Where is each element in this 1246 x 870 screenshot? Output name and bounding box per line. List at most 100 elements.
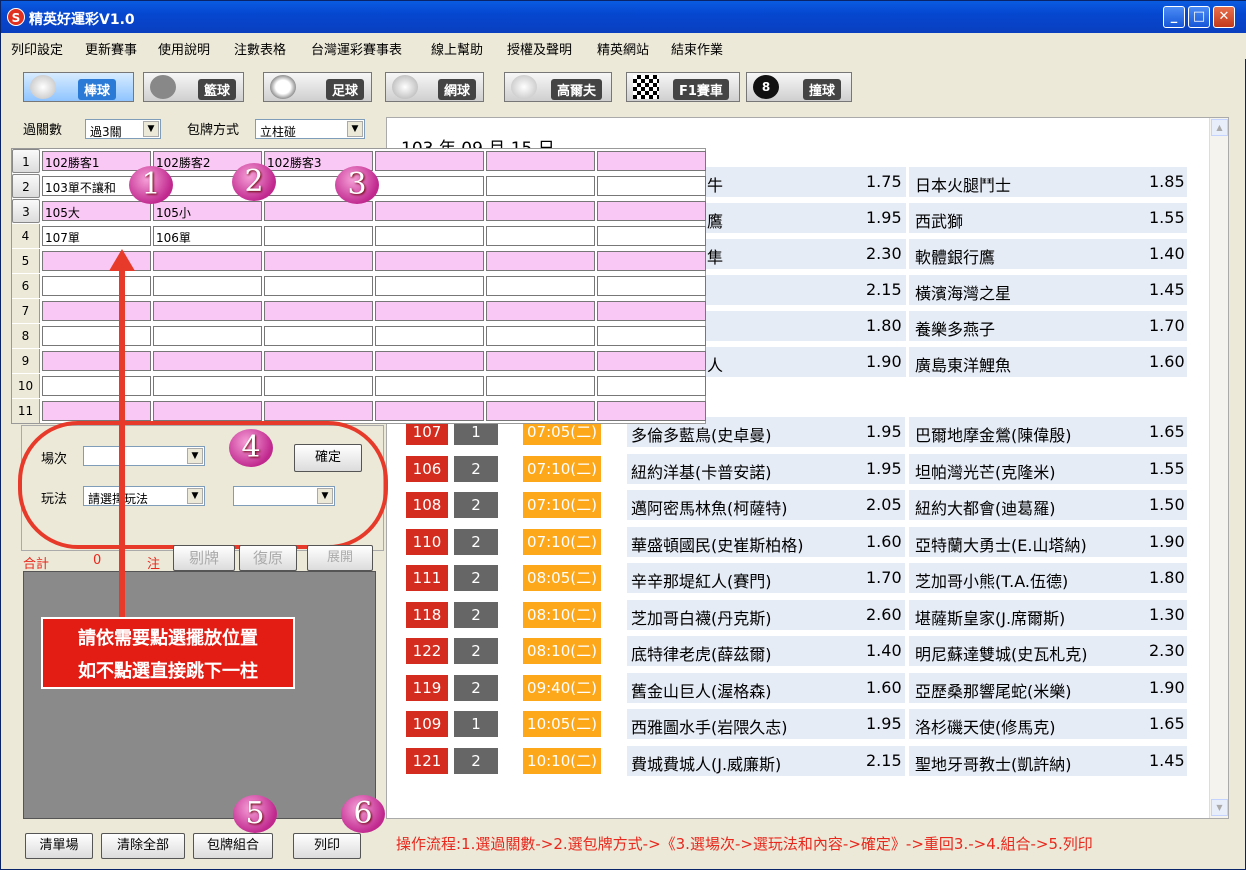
game-odds-away[interactable]: 1.80 [1149, 568, 1185, 587]
game-odds-away[interactable]: 1.45 [1149, 751, 1185, 770]
grid-cell[interactable] [486, 176, 595, 196]
game-home-team[interactable]: 華盛頓國民(史崔斯柏格) [631, 532, 804, 556]
scroll-down-icon[interactable]: ▼ [1211, 799, 1228, 816]
game-odds-away[interactable]: 2.30 [1149, 641, 1185, 660]
sport-baseball-button[interactable]: 棒球 [23, 72, 134, 102]
scroll-up-icon[interactable]: ▲ [1211, 119, 1228, 136]
menu-print-settings[interactable]: 列印設定 [11, 39, 63, 58]
game-odds-home[interactable]: 1.60 [866, 532, 902, 551]
game-away-team[interactable]: 洛杉磯天使(修馬克) [915, 714, 1056, 738]
game-number[interactable]: 122 [406, 638, 448, 664]
top-game-away[interactable]: 養樂多燕子 [915, 316, 995, 340]
game-away-team[interactable]: 亞特蘭大勇士(E.山塔納) [915, 532, 1087, 556]
grid-cell[interactable] [375, 151, 484, 171]
minimize-button[interactable]: _ [1163, 6, 1185, 28]
grid-cell[interactable] [375, 176, 484, 196]
grid-cell[interactable] [42, 376, 151, 396]
grid-cell[interactable] [153, 401, 262, 421]
grid-cell[interactable] [486, 276, 595, 296]
grid-cell[interactable] [153, 326, 262, 346]
game-number[interactable]: 119 [406, 674, 448, 701]
maximize-button[interactable]: □ [1188, 6, 1210, 28]
sport-golf-button[interactable]: 高爾夫 [504, 72, 612, 102]
grid-cell[interactable] [486, 351, 595, 371]
top-game-home[interactable]: 人 [707, 352, 723, 376]
menu-instructions[interactable]: 使用說明 [158, 39, 210, 58]
top-game-odds-home[interactable]: 2.30 [866, 244, 902, 263]
grid-cell[interactable] [153, 301, 262, 321]
game-odds-home[interactable]: 1.95 [866, 714, 902, 733]
top-game-odds-away[interactable]: 1.70 [1149, 316, 1185, 335]
game-away-team[interactable]: 坦帕灣光芒(克隆米) [915, 459, 1056, 483]
top-game-odds-home[interactable]: 1.95 [866, 208, 902, 227]
grid-cell[interactable] [486, 376, 595, 396]
clear-all-button[interactable]: 清除全部 [101, 833, 185, 859]
grid-cell[interactable] [42, 351, 151, 371]
menu-bet-table[interactable]: 注數表格 [234, 39, 286, 58]
game-home-team[interactable]: 費城費城人(J.威廉斯) [631, 751, 781, 775]
grid-cell[interactable] [597, 251, 706, 271]
grid-cell[interactable]: 105大 [42, 201, 151, 221]
grid-cell[interactable] [42, 401, 151, 421]
grid-cell[interactable] [486, 201, 595, 221]
game-home-team[interactable]: 底特律老虎(薛茲爾) [631, 641, 772, 665]
game-odds-away[interactable]: 1.90 [1149, 532, 1185, 551]
menu-exit[interactable]: 結束作業 [671, 39, 723, 58]
grid-cell[interactable] [597, 326, 706, 346]
game-odds-away[interactable]: 1.50 [1149, 495, 1185, 514]
game-home-team[interactable]: 西雅圖水手(岩隈久志) [631, 714, 788, 738]
game-odds-home[interactable]: 2.60 [866, 605, 902, 624]
top-game-home[interactable]: 牛 [707, 172, 723, 196]
pass-count-select[interactable]: 過3關 ▼ [85, 119, 161, 139]
top-game-away[interactable]: 橫濱海灣之星 [915, 280, 1011, 304]
scrollbar[interactable]: ▲ ▼ [1209, 118, 1228, 818]
sport-basketball-button[interactable]: 籃球 [143, 72, 244, 102]
grid-cell[interactable] [42, 301, 151, 321]
grid-cell[interactable] [42, 276, 151, 296]
grid-cell[interactable] [264, 276, 373, 296]
clear-game-button[interactable]: 清單場 [25, 833, 93, 859]
grid-cell[interactable] [375, 276, 484, 296]
game-away-team[interactable]: 明尼蘇達雙城(史瓦札克) [915, 641, 1088, 665]
close-button[interactable]: ✕ [1213, 6, 1235, 28]
menu-schedule[interactable]: 台灣運彩賽事表 [311, 39, 402, 58]
grid-cell[interactable] [597, 351, 706, 371]
game-away-team[interactable]: 巴爾地摩金鶯(陳偉殷) [915, 422, 1072, 446]
game-odds-home[interactable]: 1.95 [866, 422, 902, 441]
top-game-odds-away[interactable]: 1.60 [1149, 352, 1185, 371]
top-game-away[interactable]: 廣島東洋鯉魚 [915, 352, 1011, 376]
game-number[interactable]: 111 [406, 565, 448, 591]
grid-cell[interactable] [597, 151, 706, 171]
game-odds-home[interactable]: 1.40 [866, 641, 902, 660]
grid-cell[interactable]: 105小 [153, 201, 262, 221]
top-game-odds-away[interactable]: 1.40 [1149, 244, 1185, 263]
top-game-home[interactable]: 隼 [707, 244, 723, 268]
top-game-home[interactable]: 鷹 [707, 208, 723, 232]
print-button[interactable]: 列印 [293, 833, 361, 859]
game-odds-home[interactable]: 2.05 [866, 495, 902, 514]
top-game-away[interactable]: 日本火腿鬥士 [915, 172, 1011, 196]
grid-cell[interactable] [486, 226, 595, 246]
grid-row-number[interactable]: 3 [12, 199, 40, 223]
grid-row-number[interactable]: 2 [12, 174, 40, 198]
game-away-team[interactable]: 芝加哥小熊(T.A.伍德) [915, 568, 1068, 592]
grid-cell[interactable] [486, 151, 595, 171]
top-game-odds-away[interactable]: 1.85 [1149, 172, 1185, 191]
grid-cell[interactable] [375, 376, 484, 396]
game-number[interactable]: 121 [406, 747, 448, 774]
pack-method-select[interactable]: 立柱碰 ▼ [255, 119, 365, 139]
restore-button[interactable]: 復原 [239, 545, 297, 571]
grid-cell[interactable] [264, 351, 373, 371]
game-odds-away[interactable]: 1.55 [1149, 459, 1185, 478]
top-game-odds-home[interactable]: 2.15 [866, 280, 902, 299]
game-home-team[interactable]: 多倫多藍鳥(史卓曼) [631, 422, 772, 446]
game-odds-away[interactable]: 1.30 [1149, 605, 1185, 624]
game-number[interactable]: 118 [406, 601, 448, 628]
grid-cell[interactable]: 107單 [42, 226, 151, 246]
grid-cell[interactable] [375, 401, 484, 421]
game-odds-home[interactable]: 2.15 [866, 751, 902, 770]
game-odds-home[interactable]: 1.70 [866, 568, 902, 587]
game-home-team[interactable]: 辛辛那堤紅人(賽門) [631, 568, 772, 592]
grid-cell[interactable] [486, 326, 595, 346]
game-number[interactable]: 110 [406, 528, 448, 555]
